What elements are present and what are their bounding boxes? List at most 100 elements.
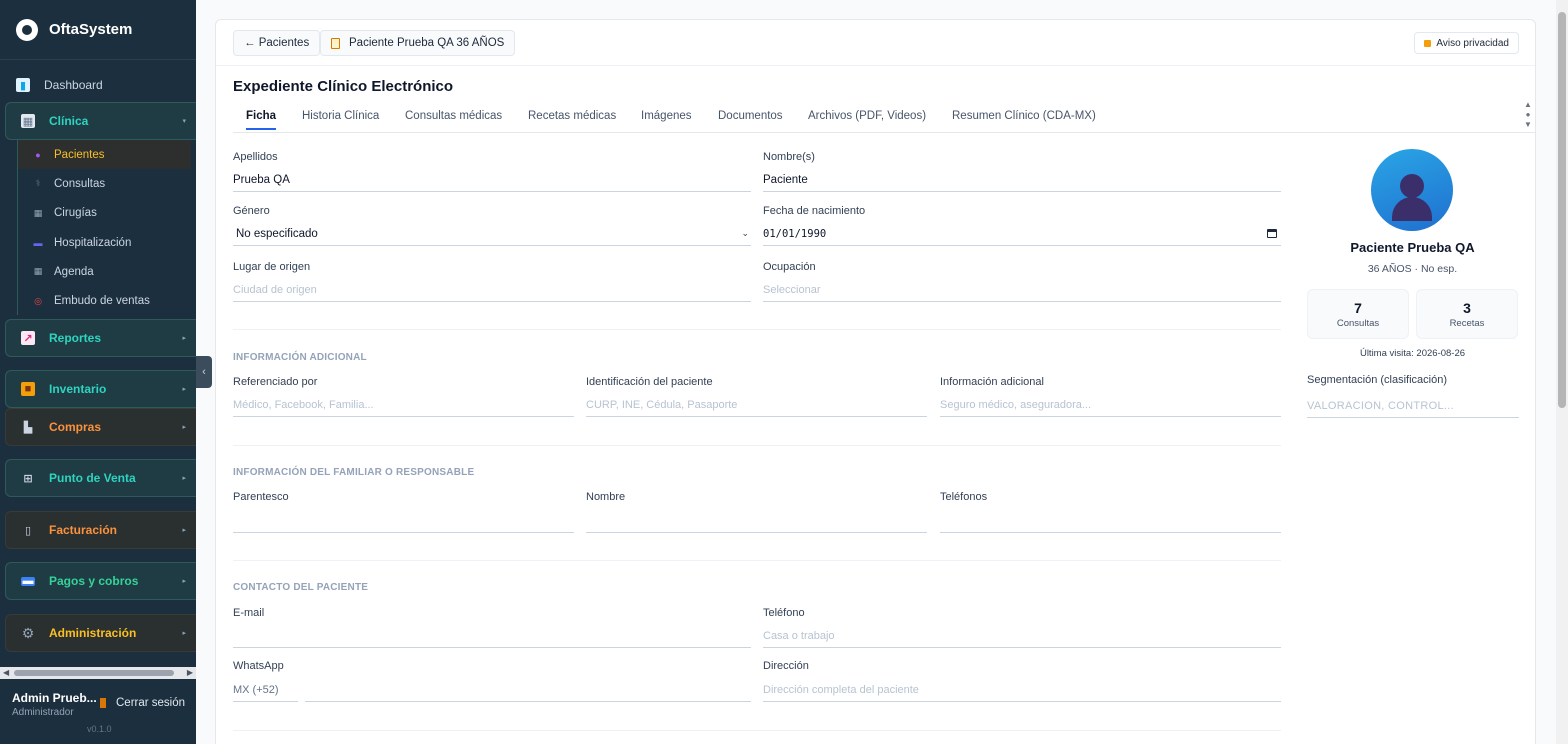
chart-line-icon: ↗: [21, 331, 35, 345]
nav-group-label: Inventario: [49, 382, 107, 396]
nav-dashboard[interactable]: ▮ Dashboard: [0, 70, 196, 100]
origen-input[interactable]: Ciudad de origen: [233, 278, 751, 302]
whatsapp-input[interactable]: [305, 678, 751, 702]
apellidos-input[interactable]: Prueba QA: [233, 168, 751, 192]
nav-group-punto-venta[interactable]: ⊞ Punto de Venta ▸: [5, 459, 196, 497]
info-adicional-label: Información adicional: [940, 376, 1044, 388]
stat-value: 7: [1354, 300, 1362, 316]
calendar-icon: ▦: [33, 266, 43, 277]
box-icon: ■: [21, 382, 35, 396]
clinica-submenu: ● Pacientes ⚕ Consultas ▦ Cirugías ▬ Hos…: [17, 140, 191, 315]
logout-label: Cerrar sesión: [116, 697, 186, 709]
stat-consultas[interactable]: 7 Consultas: [1307, 289, 1409, 339]
sidebar-horizontal-scrollbar[interactable]: ◀ ▶: [0, 667, 196, 679]
identificacion-input[interactable]: CURP, INE, Cédula, Pasaporte: [586, 393, 927, 417]
telefono-input[interactable]: Casa o trabajo: [763, 624, 1281, 648]
tab-recetas-medicas[interactable]: Recetas médicas: [528, 110, 616, 128]
info-adicional-input[interactable]: Seguro médico, aseguradora...: [940, 393, 1281, 417]
stat-label: Consultas: [1336, 318, 1380, 329]
direccion-label: Dirección: [763, 660, 809, 672]
sidebar-item-hospitalizacion[interactable]: ▬ Hospitalización: [18, 228, 191, 257]
scroll-left-icon[interactable]: ◀: [3, 667, 9, 679]
patient-avatar[interactable]: [1371, 149, 1453, 231]
factory-icon: ▙: [23, 421, 33, 434]
logout-button[interactable]: Cerrar sesión: [100, 697, 185, 709]
tab-imagenes[interactable]: Imágenes: [641, 110, 692, 128]
sidebar-item-label: Agenda: [54, 265, 94, 278]
referenciado-input[interactable]: Médico, Facebook, Familia...: [233, 393, 574, 417]
sidebar-item-label: Consultas: [54, 177, 106, 190]
nav-group-inventario[interactable]: ■ Inventario ▸: [5, 370, 196, 408]
tab-consultas-medicas[interactable]: Consultas médicas: [405, 110, 502, 128]
nav-group-clinica[interactable]: ▦ Clínica ▾: [5, 102, 196, 140]
sidebar-item-pacientes[interactable]: ● Pacientes: [18, 140, 191, 170]
section-title-contacto: CONTACTO DEL PACIENTE: [233, 582, 369, 593]
chevron-right-icon: ▸: [182, 475, 186, 482]
person-icon: [1400, 174, 1424, 198]
person-icon: ●: [35, 149, 41, 160]
whatsapp-country-select[interactable]: MX (+52): [233, 678, 298, 702]
ocupacion-label: Ocupación: [763, 261, 816, 273]
scrollbar-thumb[interactable]: [1558, 12, 1566, 408]
ocupacion-select[interactable]: Seleccionar: [763, 278, 1281, 302]
calendar-icon: ▦: [33, 207, 43, 218]
tab-documentos[interactable]: Documentos: [718, 110, 783, 128]
nav-group-label: Punto de Venta: [49, 471, 136, 485]
clipboard-icon: [331, 37, 340, 49]
telefonos-input[interactable]: [940, 509, 1281, 533]
target-icon: ◎: [34, 295, 42, 306]
nav-group-compras[interactable]: ▙ Compras ▸: [5, 408, 196, 446]
chevron-right-icon: ▸: [182, 527, 186, 534]
gear-icon: ⚙: [21, 624, 35, 641]
direccion-input[interactable]: Dirección completa del paciente: [763, 678, 1281, 702]
identificacion-label: Identificación del paciente: [586, 376, 713, 388]
nav-group-pagos[interactable]: ▬ Pagos y cobros ▸: [5, 562, 196, 600]
sidebar-collapse-button[interactable]: ‹: [196, 356, 212, 388]
sidebar-item-cirugias[interactable]: ▦ Cirugías: [18, 199, 191, 228]
divider: [233, 329, 1281, 330]
nav-group-administracion[interactable]: ⚙ Administración ▸: [5, 614, 196, 652]
chart-icon: ▮: [16, 78, 30, 92]
nacimiento-value: 01/01/1990: [763, 227, 827, 240]
brand[interactable]: OftaSystem: [0, 0, 196, 60]
patient-tab-label: Paciente Prueba QA 36 AÑOS: [349, 37, 505, 49]
patient-tab[interactable]: Paciente Prueba QA 36 AÑOS: [320, 30, 516, 56]
section-title-familiar: INFORMACIÓN DEL FAMILIAR O RESPONSABLE: [233, 467, 475, 478]
tab-archivos[interactable]: Archivos (PDF, Videos): [808, 110, 926, 128]
segmentacion-input[interactable]: VALORACION, CONTROL...: [1307, 394, 1519, 418]
chevron-right-icon: ▸: [182, 578, 186, 585]
sidebar-item-agenda[interactable]: ▦ Agenda: [18, 257, 191, 286]
tab-resumen-clinico[interactable]: Resumen Clínico (CDA-MX): [952, 110, 1096, 128]
scrollbar-thumb[interactable]: [14, 670, 174, 676]
chevron-right-icon: ▸: [182, 424, 186, 431]
nav-group-reportes[interactable]: ↗ Reportes ▸: [5, 319, 196, 357]
divider: [233, 445, 1281, 446]
genero-select[interactable]: No especificado ⌄: [233, 222, 751, 246]
nombres-input[interactable]: Paciente: [763, 168, 1281, 192]
stat-recetas[interactable]: 3 Recetas: [1416, 289, 1518, 339]
email-input[interactable]: [233, 624, 751, 648]
nombre-familiar-label: Nombre: [586, 491, 626, 503]
record-tabs: Ficha Historia Clínica Consultas médicas…: [233, 106, 1535, 133]
nav-group-facturacion[interactable]: ▯ Facturación ▸: [5, 511, 196, 549]
back-to-patients-button[interactable]: ← Pacientes: [233, 30, 321, 56]
stat-value: 3: [1463, 300, 1471, 316]
calendar-icon[interactable]: [1267, 229, 1277, 238]
nav-group-label: Clínica: [49, 114, 89, 128]
nacimiento-date-input[interactable]: 01/01/1990: [763, 222, 1281, 246]
divider: [233, 560, 1281, 561]
tab-historia-clinica[interactable]: Historia Clínica: [302, 110, 379, 128]
cart-icon: ⊞: [23, 472, 33, 485]
chevron-down-icon: ⌄: [741, 228, 749, 238]
tabs-scroll-control[interactable]: ▲ ● ▼: [1523, 100, 1533, 130]
sidebar-item-consultas[interactable]: ⚕ Consultas: [18, 169, 191, 198]
parentesco-input[interactable]: [233, 509, 574, 533]
sidebar-item-embudo[interactable]: ◎ Embudo de ventas: [18, 286, 191, 315]
nombre-familiar-input[interactable]: [586, 509, 927, 533]
chevron-right-icon: ▸: [182, 335, 186, 342]
tab-ficha[interactable]: Ficha: [246, 110, 277, 130]
page-vertical-scrollbar[interactable]: [1556, 0, 1568, 744]
scroll-right-icon[interactable]: ▶: [187, 667, 193, 679]
privacy-notice-button[interactable]: Aviso privacidad: [1414, 32, 1519, 54]
app-name: OftaSystem: [49, 21, 133, 38]
